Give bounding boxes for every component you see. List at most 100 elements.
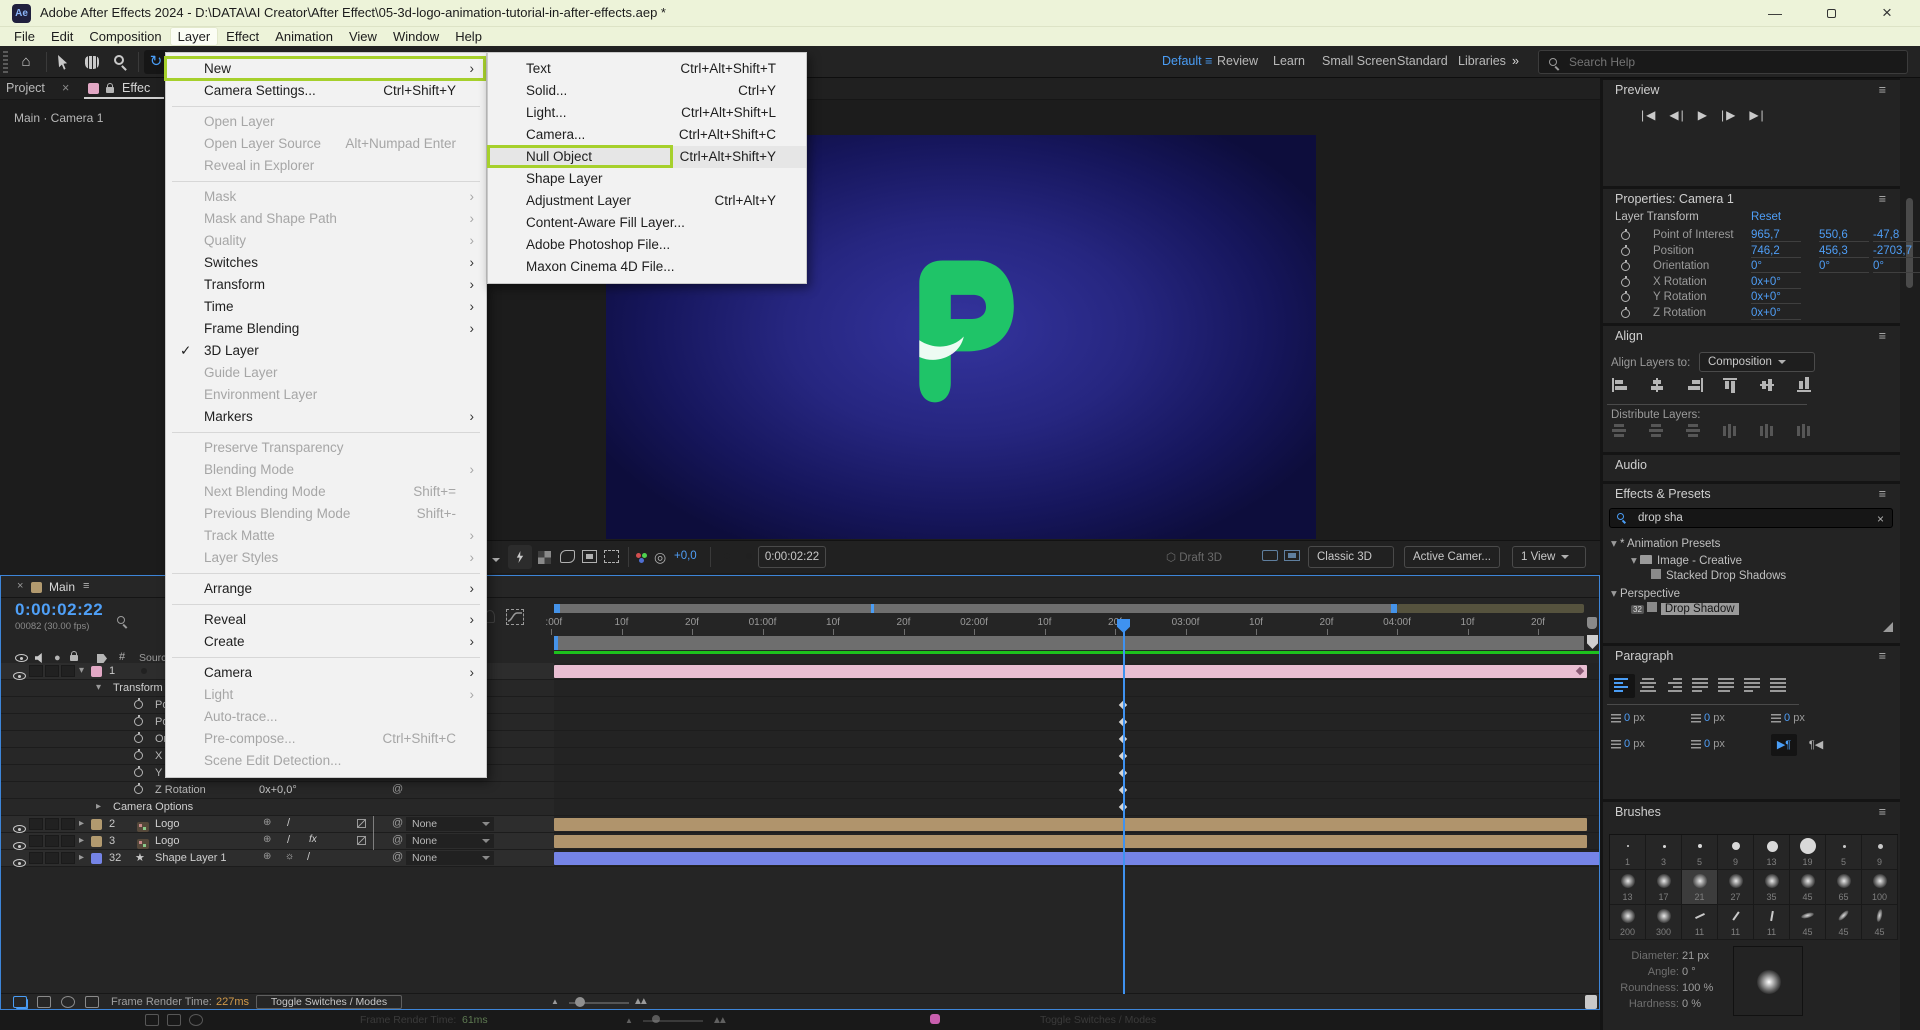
brush-17[interactable]: 17 [1646, 870, 1682, 905]
eye-icon[interactable] [13, 854, 26, 872]
brush-prop-value[interactable]: 0 ° [1679, 966, 1696, 978]
workspace-overflow-button[interactable]: » [1512, 54, 1519, 68]
effects-search-input[interactable] [1638, 510, 1858, 526]
switch-cell[interactable] [45, 818, 59, 830]
layer-name[interactable]: Logo [155, 818, 179, 830]
value-field[interactable]: 746,2 [1751, 245, 1801, 258]
render-time-button[interactable] [85, 996, 99, 1008]
menu-item-markers[interactable]: Markers› [166, 406, 486, 428]
comp-marker-bucket-icon[interactable] [1587, 617, 1597, 629]
layer-color-swatch[interactable] [91, 836, 102, 847]
effects-search[interactable]: × [1609, 508, 1893, 528]
new-preset-icon[interactable] [1883, 622, 1893, 632]
menu-composition[interactable]: Composition [81, 27, 169, 46]
value-field[interactable]: 0x+0° [1751, 276, 1801, 289]
align-center-h-icon[interactable] [1649, 378, 1666, 392]
stopwatch-icon[interactable] [134, 717, 143, 726]
brush-1[interactable]: 1 [1610, 835, 1646, 870]
effects-active-icon[interactable]: fx [309, 834, 317, 845]
value-field[interactable]: 0x+0° [1751, 307, 1801, 320]
property-label[interactable]: Z Rotation [155, 784, 206, 796]
indent-value[interactable]: 0 [1701, 712, 1713, 724]
text-direction-ltr-button[interactable]: ▶¶ [1771, 734, 1797, 756]
brush-13[interactable]: 13 [1754, 835, 1790, 870]
stopwatch-icon[interactable] [1621, 278, 1630, 287]
distribute-h-center-icon[interactable] [1760, 424, 1777, 438]
tree-item-image-creative[interactable]: ▾ Image - Creative [1603, 553, 1900, 569]
switch-cell[interactable] [45, 835, 59, 847]
menu-item-adobe-photoshop-file[interactable]: Adobe Photoshop File... [488, 234, 806, 256]
switch-cell[interactable] [61, 835, 75, 847]
menu-item-camera[interactable]: Camera› [166, 662, 486, 684]
scrollbar-handle[interactable] [1585, 995, 1597, 1009]
brush-prop-value[interactable]: 21 px [1679, 950, 1709, 962]
value-field[interactable]: 0° [1751, 260, 1801, 273]
value-field[interactable]: 0x+0° [1751, 291, 1801, 304]
minimize-button[interactable]: — [1752, 0, 1798, 26]
brush-3[interactable]: 3 [1646, 835, 1682, 870]
menu-item-maxon-cinema-4d-file[interactable]: Maxon Cinema 4D File... [488, 256, 806, 278]
menu-item-light[interactable]: Light...Ctrl+Alt+Shift+L [488, 102, 806, 124]
stopwatch-icon[interactable] [134, 700, 143, 709]
brush-5[interactable]: 5 [1826, 835, 1862, 870]
menu-item-adjustment-layer[interactable]: Adjustment LayerCtrl+Alt+Y [488, 190, 806, 212]
expander-icon[interactable]: ▸ [79, 852, 84, 863]
value-field[interactable]: -2703,7 [1873, 245, 1920, 258]
parent-pick-whip-icon[interactable]: @ [392, 851, 403, 863]
menu-effect[interactable]: Effect [218, 27, 267, 46]
align-right-icon[interactable] [1686, 378, 1703, 392]
renderer-dropdown[interactable]: Classic 3D [1308, 546, 1394, 568]
menu-edit[interactable]: Edit [43, 27, 81, 46]
first-frame-button[interactable]: |◀ [1641, 108, 1657, 122]
mask-visibility-button[interactable] [560, 550, 575, 563]
play-button[interactable]: ▶ [1698, 108, 1709, 122]
menu-window[interactable]: Window [385, 27, 447, 46]
panel-menu-icon[interactable]: ≡ [1879, 189, 1886, 209]
group-label[interactable]: Transform [113, 682, 163, 694]
tree-item-perspective[interactable]: ▾ Perspective [1603, 586, 1900, 602]
menu-item-shape-layer[interactable]: Shape Layer [488, 168, 806, 190]
zoom-tool-button[interactable] [108, 50, 132, 74]
workspace-menu-icon[interactable]: ≡ [1202, 54, 1213, 68]
indent-value[interactable]: 0 [1701, 738, 1713, 750]
layer-name[interactable]: Logo [155, 835, 179, 847]
brush-11[interactable]: 11 [1754, 905, 1790, 940]
expand-in-out-button[interactable] [61, 996, 75, 1008]
distribute-v-center-icon[interactable] [1649, 424, 1666, 438]
selection-tool-button[interactable] [52, 50, 76, 74]
help-search[interactable] [1538, 50, 1908, 74]
switch-cell[interactable] [45, 852, 59, 864]
switch-cell[interactable] [61, 852, 75, 864]
menu-item-camera-settings[interactable]: Camera Settings...Ctrl+Shift+Y [166, 80, 486, 102]
stopwatch-icon[interactable] [1621, 262, 1630, 271]
viewer-tab-label[interactable]: Main · Camera 1 [14, 111, 103, 125]
brush-65[interactable]: 65 [1826, 870, 1862, 905]
brush-45[interactable]: 45 [1862, 905, 1898, 940]
layer-color-swatch[interactable] [91, 819, 102, 830]
stopwatch-icon[interactable] [134, 785, 143, 794]
clear-search-icon[interactable]: × [1877, 512, 1884, 526]
stopwatch-icon[interactable] [1621, 309, 1630, 318]
value-field[interactable]: 456,3 [1819, 245, 1869, 258]
menu-item-transform[interactable]: Transform› [166, 274, 486, 296]
timeline-zoom-knob[interactable] [575, 997, 585, 1007]
time-ruler[interactable]: 0:00f10f20f01:00f10f20f02:00f10f20f03:00… [546, 604, 1600, 636]
panel-menu-icon[interactable]: ≡ [1879, 802, 1886, 822]
home-button[interactable]: ⌂ [14, 50, 38, 74]
draft-3d-toggle[interactable]: ⬡ Draft 3D [1166, 550, 1222, 564]
crop-region-button[interactable] [604, 550, 619, 563]
timeline-search-icon[interactable] [117, 616, 125, 624]
switch-cell[interactable] [29, 818, 43, 830]
group-label[interactable]: Camera Options [113, 801, 193, 813]
value-field[interactable]: -47,8 [1873, 229, 1920, 242]
indent-value[interactable]: 0 [1621, 712, 1633, 724]
3d-layer-icon[interactable] [357, 819, 366, 828]
workspace-tab-learn[interactable]: Learn [1273, 54, 1305, 68]
parent-pick-whip-icon[interactable]: @ [392, 783, 403, 795]
layer-duration-bar-2[interactable] [554, 818, 1587, 831]
indent-value[interactable]: 0 [1621, 738, 1633, 750]
quality-icon[interactable]: / [287, 834, 290, 846]
tree-item-stacked-drop-shadows[interactable]: Stacked Drop Shadows [1603, 569, 1900, 585]
paragraph-align-button-3[interactable] [1687, 674, 1713, 698]
menu-item-text[interactable]: TextCtrl+Alt+Shift+T [488, 58, 806, 80]
